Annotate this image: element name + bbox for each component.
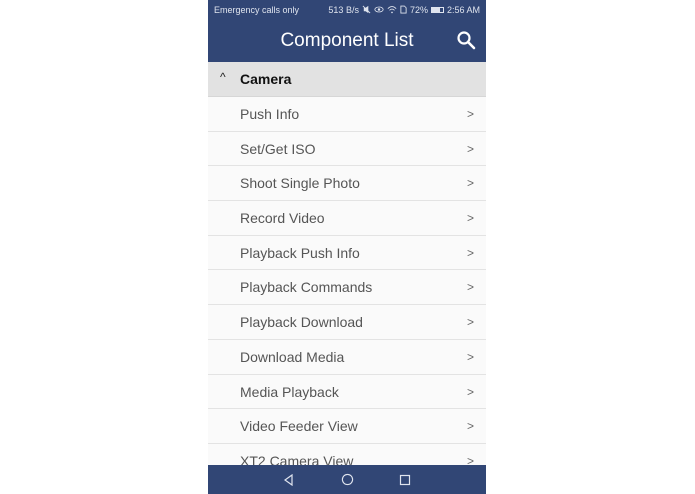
list-item-label: Push Info — [240, 106, 300, 122]
chevron-right-icon: > — [466, 384, 474, 399]
list-item-video-feeder-view[interactable]: Video Feeder View > — [208, 409, 486, 444]
carrier-status-text: Emergency calls only — [214, 5, 300, 15]
page-title: Component List — [280, 30, 414, 51]
list-item-label: Record Video — [240, 210, 325, 227]
list-item-playback-commands[interactable]: Playback Commands > — [208, 270, 486, 306]
list-item-label: Playback Commands — [240, 279, 373, 296]
eye-icon — [374, 5, 384, 16]
chevron-right-icon: > — [466, 280, 474, 295]
list-item-label: Download Media — [240, 348, 345, 365]
list-item-label: Media Playback — [240, 383, 339, 400]
wifi-icon — [387, 5, 397, 16]
list-item-media-playback[interactable]: Media Playback > — [208, 374, 486, 410]
status-bar: Emergency calls only 513 B/s 72% 2:56 AM — [208, 0, 486, 20]
list-item-label: Playback Push Info — [240, 244, 360, 261]
list-item-set-get-iso[interactable]: Set/Get ISO > — [208, 131, 486, 167]
list-item-xt2-camera-view[interactable]: XT2 Camera View > — [208, 443, 486, 465]
chevron-right-icon: > — [466, 453, 474, 465]
group-title: Camera — [240, 71, 292, 87]
group-header-camera[interactable]: ^ Camera — [208, 62, 486, 97]
chevron-right-icon: > — [466, 419, 474, 434]
chevron-right-icon: > — [466, 245, 474, 260]
battery-icon — [430, 7, 444, 13]
list-item-download-media[interactable]: Download Media > — [208, 339, 486, 375]
status-right-group: 513 B/s 72% 2:56 AM — [328, 5, 480, 16]
home-icon[interactable] — [340, 473, 354, 487]
app-bar: Component List — [208, 20, 486, 62]
list-item-playback-push-info[interactable]: Playback Push Info > — [208, 235, 486, 271]
back-icon[interactable] — [282, 473, 296, 487]
list-item-playback-download[interactable]: Playback Download > — [208, 305, 486, 340]
list-item-label: XT2 Camera View — [240, 452, 354, 465]
chevron-right-icon: > — [466, 315, 474, 330]
chevron-right-icon: > — [466, 176, 474, 191]
mute-icon — [362, 5, 371, 16]
chevron-right-icon: > — [466, 349, 474, 364]
list-item-shoot-single-photo[interactable]: Shoot Single Photo > — [208, 166, 486, 202]
list-item-record-video[interactable]: Record Video > — [208, 201, 486, 236]
chevron-right-icon: > — [466, 211, 474, 226]
network-speed: 513 B/s — [328, 5, 359, 15]
phone-screen: Emergency calls only 513 B/s 72% 2:56 AM… — [208, 0, 486, 494]
list-item-label: Set/Get ISO — [240, 140, 316, 157]
recents-icon[interactable] — [398, 473, 412, 487]
clock: 2:56 AM — [446, 5, 480, 15]
component-list: ^ Camera Push Info > Set/Get ISO > Shoot… — [208, 62, 486, 465]
collapse-caret-icon: ^ — [220, 70, 226, 84]
chevron-right-icon: > — [466, 141, 474, 156]
search-icon[interactable] — [456, 30, 476, 50]
list-item-label: Video Feeder View — [240, 418, 358, 435]
list-item-push-info[interactable]: Push Info > — [208, 97, 486, 132]
chevron-right-icon: > — [466, 107, 474, 121]
list-item-label: Playback Download — [240, 314, 363, 331]
system-nav-bar — [208, 465, 486, 494]
battery-percent: 72% — [409, 5, 428, 15]
sim-icon — [400, 5, 407, 16]
list-item-label: Shoot Single Photo — [240, 175, 360, 192]
